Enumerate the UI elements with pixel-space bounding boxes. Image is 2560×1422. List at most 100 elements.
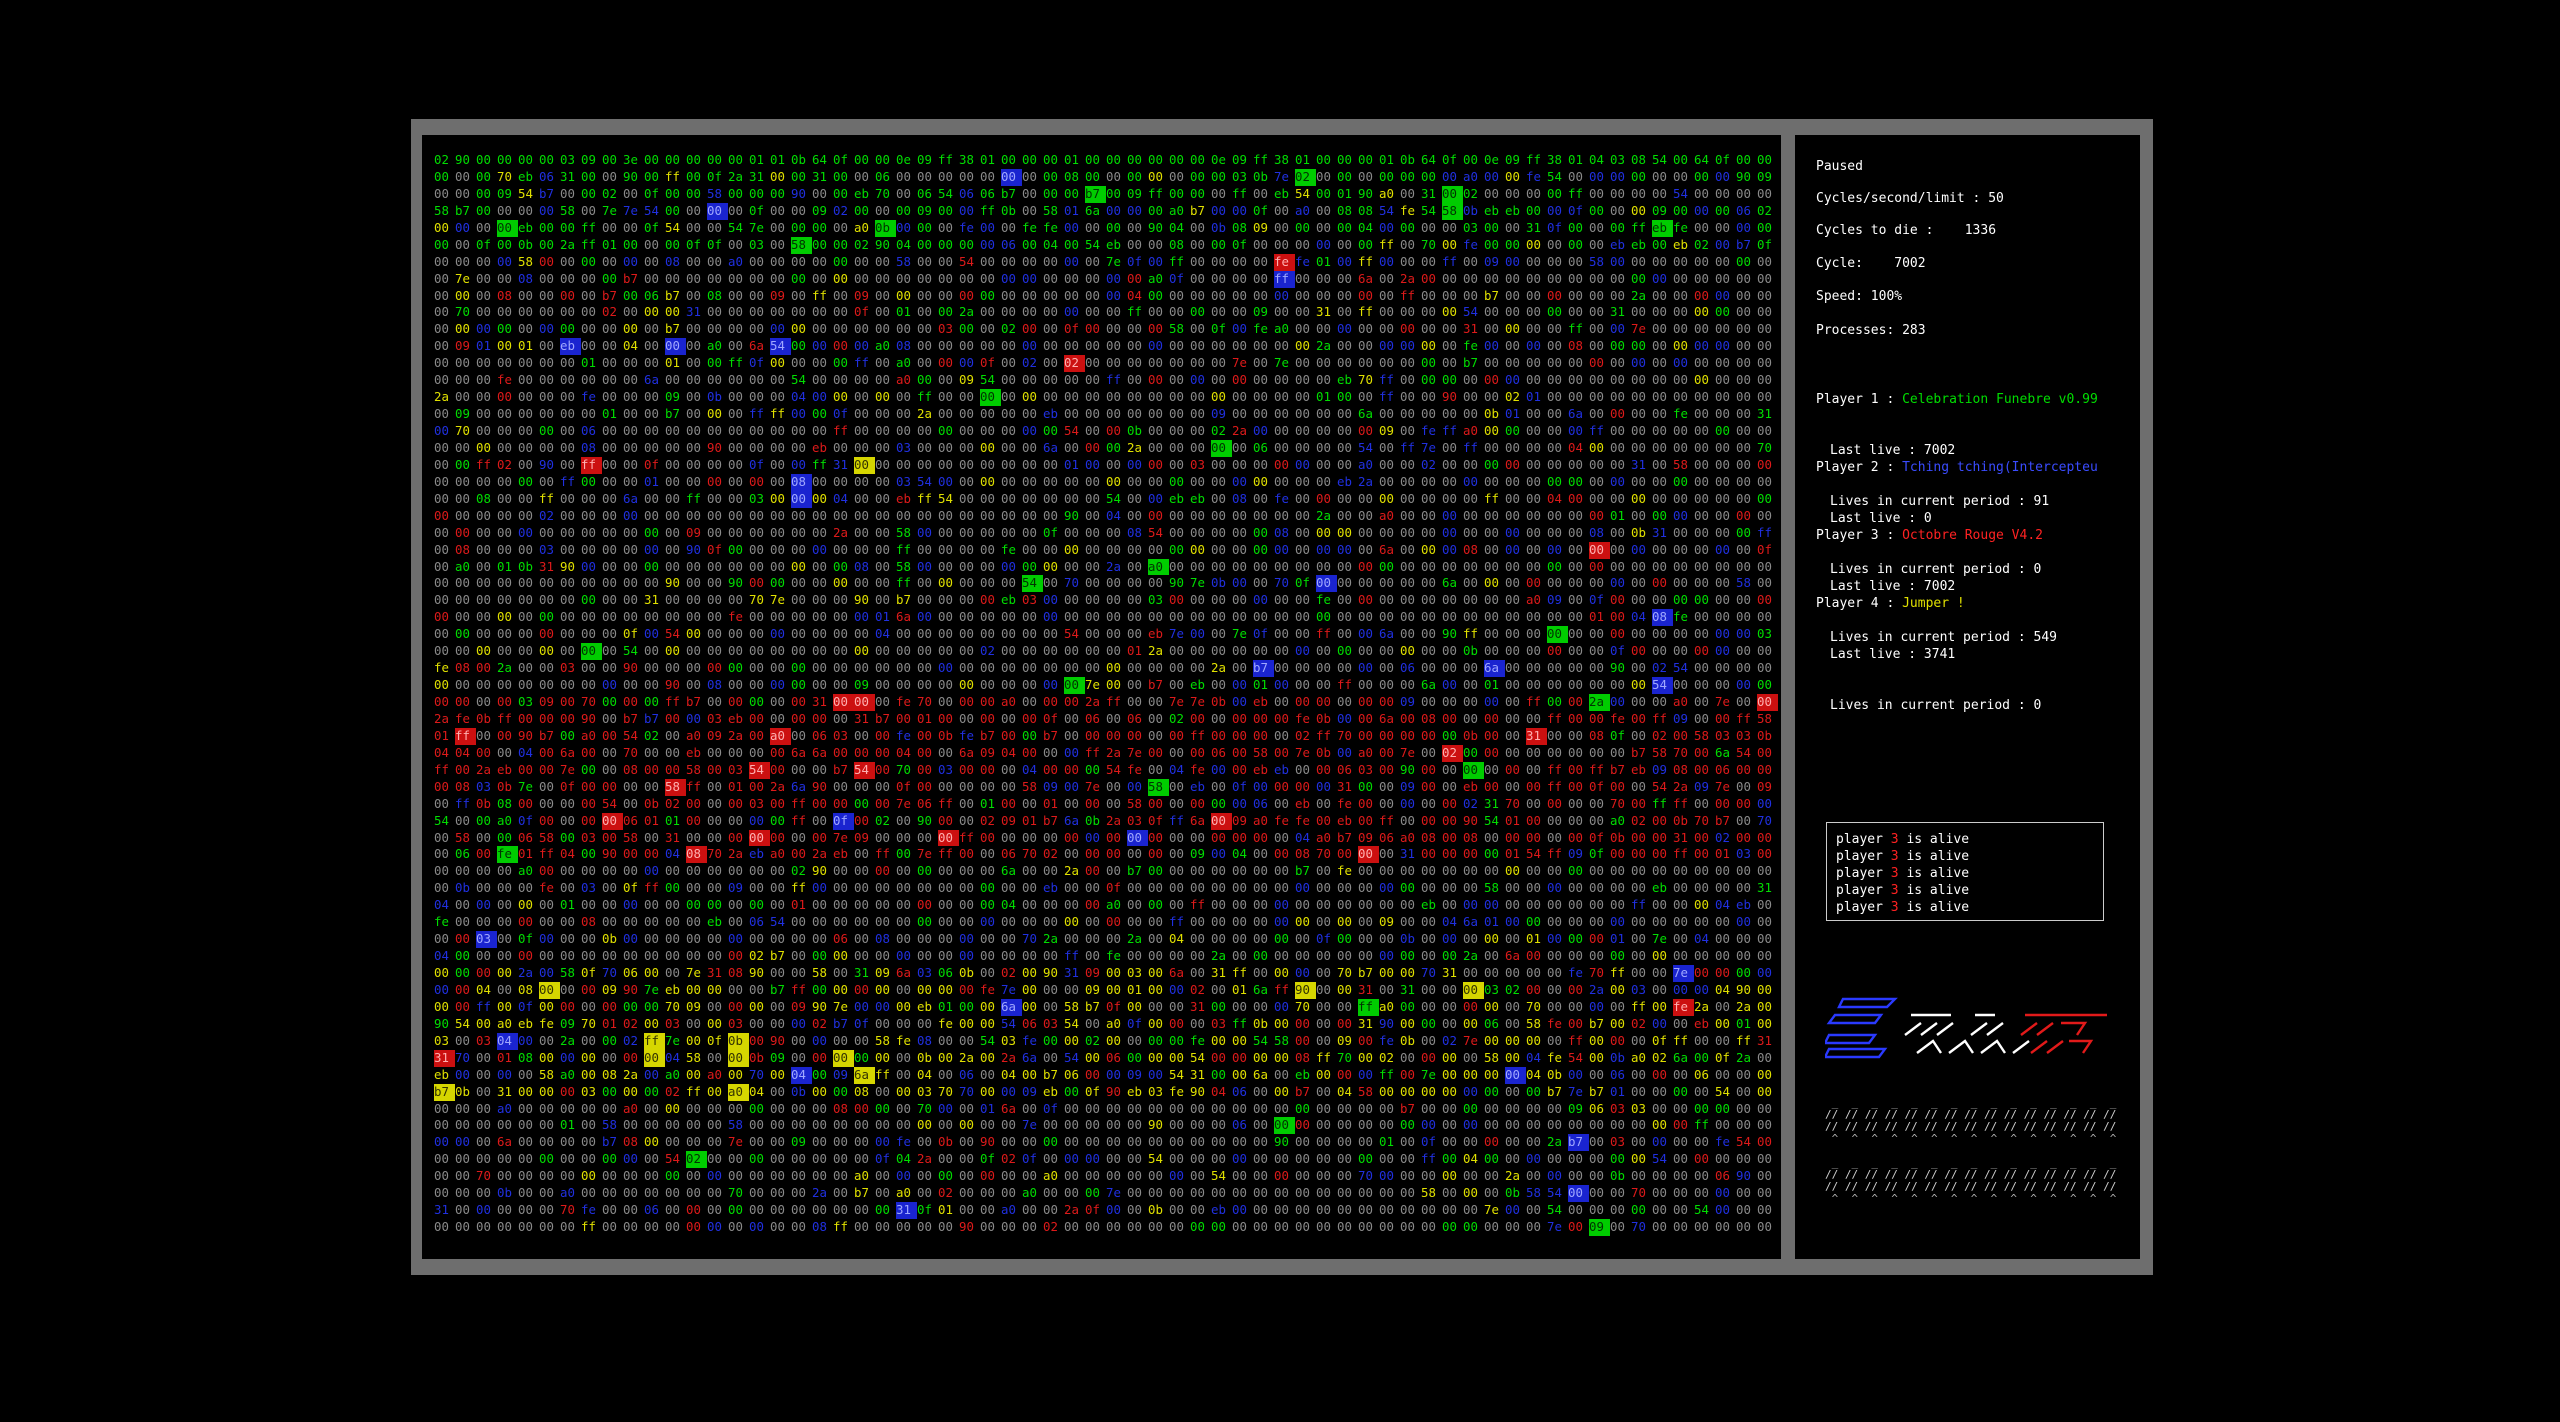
memory-cell: 00 [1148, 507, 1163, 523]
memory-cell: 00 [1673, 524, 1688, 540]
memory-cell: 00 [1610, 626, 1625, 642]
memory-cell: 00 [917, 744, 932, 760]
memory-cell: 00 [1253, 863, 1268, 879]
memory-cell: 00 [1505, 1117, 1520, 1133]
memory-cell: 00 [1589, 456, 1604, 472]
memory-cell: 00 [1568, 592, 1583, 608]
memory-cell: 00 [770, 761, 785, 777]
memory-cell: 00 [1001, 490, 1016, 506]
memory-cell: 00 [665, 1202, 680, 1218]
memory-cell: 00 [518, 423, 533, 438]
memory-cell: 00 [1610, 1185, 1625, 1201]
memory-cell: 00 [1190, 1015, 1205, 1031]
memory-cell: 0b [1316, 710, 1331, 726]
memory-cell: eb [1463, 778, 1478, 794]
memory-cell: 00 [455, 1134, 470, 1150]
memory-cell: 00 [1421, 1100, 1436, 1116]
memory-cell: 00 [1589, 998, 1604, 1014]
memory-cell: 00 [1505, 914, 1520, 930]
memory-cell: 00 [1484, 778, 1499, 794]
memory-cell: 0f [1610, 643, 1625, 659]
memory-cell: 00 [980, 253, 995, 269]
memory-cell: 54 [1547, 1185, 1562, 1201]
memory-cell: 00 [854, 744, 869, 760]
memory-cell: 00 [770, 931, 785, 947]
memory-cell: 00 [1358, 1117, 1373, 1133]
player-1-name: Celebration Funebre v0.99 [1902, 392, 2098, 407]
memory-cell: 00 [938, 592, 953, 608]
memory-cell: a0 [707, 338, 722, 354]
memory-cell: 09 [1043, 778, 1058, 794]
memory-cell: 00 [938, 931, 953, 947]
memory-cell: 00 [1316, 897, 1331, 913]
memory-row: 03 00 03 04 00 00 2a 00 00 02 ff 7e 00 0f 0b 00 90 00 00 00… [434, 1032, 1776, 1050]
memory-cell: ff [1232, 185, 1247, 201]
memory-cell: 2a [434, 389, 449, 405]
memory-cell: 00 [1211, 185, 1226, 201]
memory-cell: 00 [1316, 778, 1331, 794]
memory-cell: b7 [1001, 185, 1016, 201]
memory-cell: 00 [1505, 253, 1520, 269]
memory-cell: eb [1043, 1083, 1058, 1099]
memory-cell: 00 [1400, 626, 1415, 642]
memory-cell: 00 [1085, 287, 1100, 303]
memory-cell: 00 [1715, 609, 1730, 625]
memory-cell: a0 [1379, 185, 1394, 201]
memory-cell: 00 [1127, 1117, 1142, 1133]
memory-cell: 00 [1526, 812, 1541, 828]
memory-cell: 00 [644, 253, 659, 269]
memory-cell: 00 [665, 541, 680, 557]
memory-cell: 00 [1694, 423, 1709, 438]
memory-cell: 00 [1631, 710, 1646, 726]
memory-cell: 00 [1379, 643, 1394, 659]
memory-cell: 00 [581, 338, 596, 354]
memory-cell: 00 [1295, 761, 1310, 777]
memory-cell: 00 [1652, 423, 1667, 438]
memory-cell: 58 [1526, 1185, 1541, 1201]
memory-cell: 00 [707, 643, 722, 659]
memory-cell: 00 [812, 185, 827, 201]
memory-cell: ff [854, 355, 869, 371]
memory-cell: 00 [728, 389, 743, 405]
memory-cell: 00 [1022, 677, 1037, 693]
memory-cell: 00 [980, 626, 995, 642]
memory-cell: 31 [1673, 829, 1688, 845]
memory-cell: 00 [1127, 660, 1142, 676]
memory-cell: 00 [1673, 1151, 1688, 1167]
memory-cell: 00 [1232, 1219, 1247, 1235]
memory-cell: 00 [1463, 1049, 1478, 1065]
memory-cell: 00 [1652, 304, 1667, 320]
memory-cell: 00 [539, 270, 554, 286]
memory-cell: 00 [1652, 185, 1667, 201]
memory-cell: 00 [959, 270, 974, 286]
memory-cell: 00 [1085, 931, 1100, 947]
memory-cell: 00 [1253, 456, 1268, 472]
memory-cell: fe [434, 914, 449, 930]
memory-cell: 00 [1442, 185, 1463, 203]
memory-cell: 0b [707, 389, 722, 405]
memory-cell: 00 [1547, 643, 1562, 659]
memory-cell: 00 [1694, 1219, 1709, 1235]
memory-cell: 0f [1043, 1100, 1058, 1116]
memory-cell: 00 [455, 1117, 470, 1133]
memory-cell: 00 [1169, 423, 1184, 438]
memory-cell: 7e [1106, 253, 1121, 269]
memory-cell: 90 [581, 710, 596, 726]
memory-cell: 00 [1295, 660, 1310, 676]
memory-cell: 54 [665, 1151, 680, 1167]
memory-cell: 00 [686, 168, 701, 184]
memory-cell: 6a [1505, 948, 1520, 964]
memory-cell: 0f [1589, 778, 1604, 794]
memory-cell: 00 [1106, 321, 1121, 337]
memory-cell: 00 [812, 355, 827, 371]
memory-cell: 00 [1631, 1083, 1646, 1099]
memory-cell: 00 [1652, 1202, 1667, 1218]
memory-cell: 00 [812, 626, 827, 642]
memory-cell: 00 [1169, 778, 1184, 794]
memory-cell: 00 [1757, 846, 1772, 862]
memory-cell: 00 [581, 270, 596, 286]
memory-cell: 00 [1316, 914, 1331, 930]
memory-cell: 00 [1715, 389, 1730, 405]
memory-cell: 00 [1148, 1015, 1163, 1031]
memory-cell: 00 [1316, 372, 1331, 388]
